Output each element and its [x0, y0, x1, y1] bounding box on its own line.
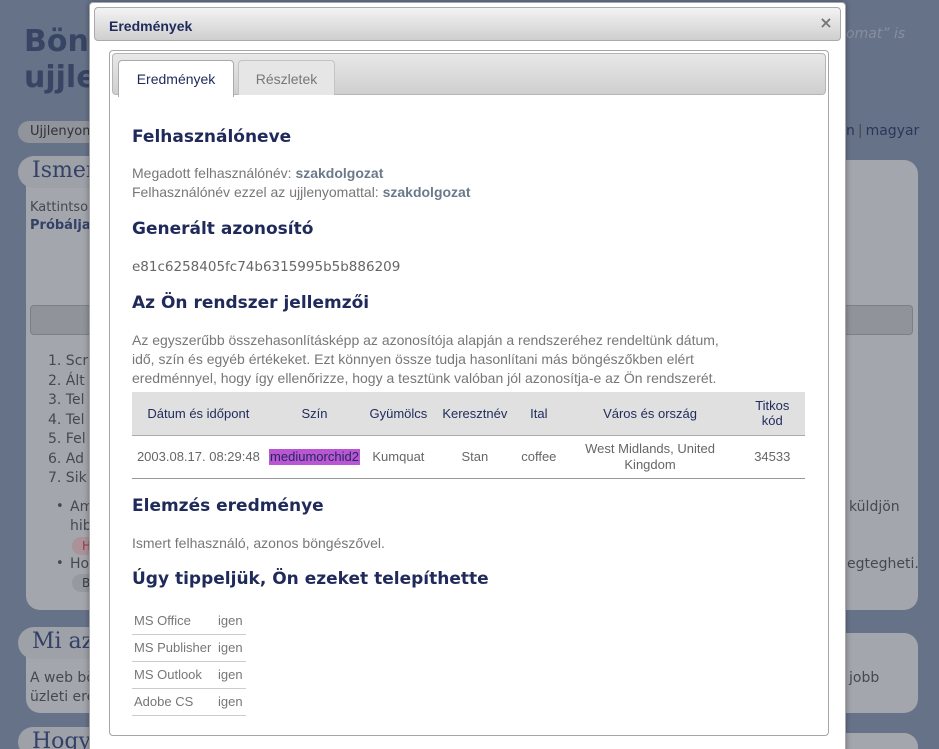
analysis-text: Ismert felhasználó, azonos böngészővel.: [132, 535, 385, 551]
tab-bar: Eredmények Részletek: [112, 53, 826, 97]
table-row: MS Publisher igen: [132, 634, 246, 662]
software-value: igen: [216, 661, 246, 689]
attributes-desc-line3: eredménnyel, hogy így ellenőrizze, hogy …: [132, 370, 717, 386]
username-heading: Felhasználóneve: [132, 127, 292, 147]
given-username-value: szakdolgozat: [295, 165, 384, 181]
software-name: MS Publisher: [132, 634, 216, 662]
cell-datetime: 2003.08.17. 08:29:48: [132, 435, 265, 479]
results-dialog: Eredmények × Eredmények Részletek Felhas…: [89, 2, 846, 749]
table-header-row: Dátum és időpont Szín Gyümölcs Keresztné…: [132, 392, 805, 436]
header-fruit: Gyümölcs: [364, 392, 433, 436]
generated-id-value: e81c6258405fc74b6315995b5b886209: [132, 259, 401, 275]
header-city-country: Város és ország: [560, 392, 740, 436]
table-row: 2003.08.17. 08:29:48 mediumorchid2 Kumqu…: [132, 435, 805, 479]
dialog-titlebar[interactable]: Eredmények ×: [94, 7, 841, 41]
header-datetime: Dátum és időpont: [132, 392, 265, 436]
cell-drink: coffee: [517, 435, 561, 479]
header-drink: Ital: [517, 392, 561, 436]
table-row: MS Office igen: [132, 607, 246, 635]
color-swatch: mediumorchid2: [269, 448, 360, 465]
close-icon[interactable]: ×: [818, 15, 834, 31]
given-username-label: Megadott felhasználónév:: [132, 165, 292, 181]
analysis-heading: Elemzés eredménye: [132, 496, 324, 516]
tab-details[interactable]: Részletek: [238, 60, 335, 95]
software-name: MS Office: [132, 607, 216, 635]
generated-id-heading: Generált azonosító: [132, 219, 314, 239]
software-value: igen: [216, 607, 246, 635]
table-row: Adobe CS igen: [132, 688, 246, 716]
header-secret-code: Titkos kód: [739, 392, 805, 436]
attributes-desc-line2: idő, szín és egyéb értékeket. Ezt könnye…: [132, 351, 694, 367]
cell-secret-code: 34533: [739, 435, 805, 479]
software-name: Adobe CS: [132, 688, 216, 716]
given-username-line: Megadott felhasználónév: szakdolgozat: [132, 164, 383, 183]
fingerprint-username-value: szakdolgozat: [382, 184, 471, 200]
table-row: MS Outlook igen: [132, 661, 246, 689]
tab-results[interactable]: Eredmények: [118, 60, 234, 97]
fingerprint-username-label: Felhasználónév ezzel az ujjlenyomattal:: [132, 184, 379, 200]
header-color: Szín: [264, 392, 365, 436]
dialog-title: Eredmények: [109, 18, 193, 34]
guess-heading: Úgy tippeljük, Ön ezeket telepíthette: [132, 569, 489, 589]
header-first-name: Keresztnév: [432, 392, 518, 436]
software-value: igen: [216, 688, 246, 716]
attributes-heading: Az Ön rendszer jellemzői: [132, 293, 370, 313]
cell-fruit: Kumquat: [364, 435, 433, 479]
software-table: MS Office igen MS Publisher igen MS Outl…: [132, 607, 246, 716]
dialog-content: Eredmények Részletek Felhasználóneve Meg…: [109, 50, 829, 736]
cell-first-name: Stan: [432, 435, 518, 479]
cell-color: mediumorchid2: [264, 435, 365, 479]
software-name: MS Outlook: [132, 661, 216, 689]
attributes-table: Dátum és időpont Szín Gyümölcs Keresztné…: [132, 392, 805, 479]
software-value: igen: [216, 634, 246, 662]
cell-city-country: West Midlands, United Kingdom: [560, 435, 740, 479]
fingerprint-username-line: Felhasználónév ezzel az ujjlenyomattal: …: [132, 183, 471, 202]
attributes-desc-line1: Az egyszerűbb összehasonlításképp az azo…: [132, 332, 719, 348]
